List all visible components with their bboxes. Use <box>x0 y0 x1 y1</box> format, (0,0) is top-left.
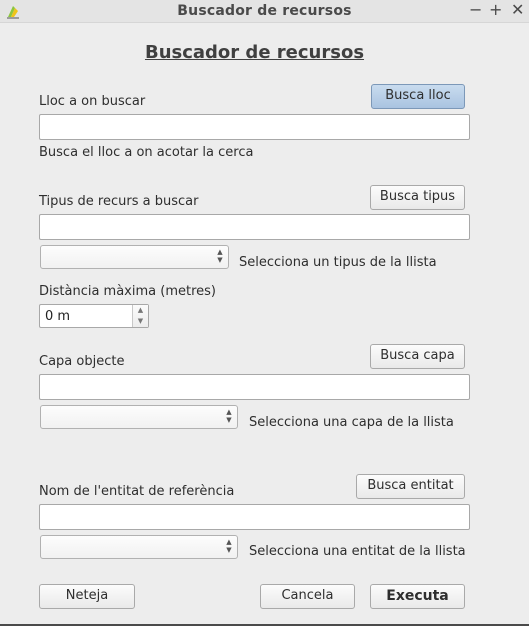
resource-type-combo[interactable]: ▲ ▼ <box>40 245 229 269</box>
resource-type-label: Tipus de recurs a buscar <box>39 194 199 209</box>
clear-button[interactable]: Neteja <box>39 584 135 609</box>
layer-combo-hint: Selecciona una capa de la llista <box>249 415 454 430</box>
spin-buttons: ▲ ▼ <box>132 305 148 327</box>
search-layer-button[interactable]: Busca capa <box>370 344 465 369</box>
close-icon[interactable]: ✕ <box>511 1 524 19</box>
search-entity-button[interactable]: Busca entitat <box>356 474 465 499</box>
distance-label: Distància màxima (metres) <box>39 284 216 299</box>
resource-type-combo-hint: Selecciona un tipus de la llista <box>239 255 437 270</box>
cancel-button[interactable]: Cancela <box>260 584 355 609</box>
location-input[interactable] <box>39 114 470 140</box>
entity-input[interactable] <box>39 504 470 530</box>
layer-input[interactable] <box>39 374 470 400</box>
minimize-icon[interactable]: − <box>469 1 482 19</box>
execute-button[interactable]: Executa <box>370 584 465 609</box>
resource-type-input[interactable] <box>39 214 470 240</box>
window-title: Buscador de recursos <box>177 3 352 19</box>
layer-combo[interactable]: ▲ ▼ <box>40 405 238 429</box>
distance-spinbox[interactable]: ▲ ▼ <box>39 304 149 328</box>
entity-label: Nom de l'entitat de referència <box>39 484 235 499</box>
search-location-button[interactable]: Busca lloc <box>371 84 465 109</box>
search-type-button[interactable]: Busca tipus <box>370 185 465 210</box>
entity-combo[interactable]: ▲ ▼ <box>40 535 238 559</box>
title-bar: Buscador de recursos − + ✕ <box>0 0 529 23</box>
combo-arrows-icon: ▲ ▼ <box>226 538 232 554</box>
page-title: Buscador de recursos <box>144 42 365 63</box>
distance-input[interactable] <box>40 305 142 327</box>
combo-arrows-icon: ▲ ▼ <box>217 248 223 264</box>
location-hint: Busca el lloc a on acotar la cerca <box>39 145 254 160</box>
entity-combo-hint: Selecciona una entitat de la llista <box>249 544 466 559</box>
maximize-icon[interactable]: + <box>489 1 502 19</box>
combo-arrows-icon: ▲ ▼ <box>226 408 232 424</box>
layer-label: Capa objecte <box>39 354 125 369</box>
location-label: Lloc a on buscar <box>39 94 146 109</box>
spin-up-icon[interactable]: ▲ <box>133 305 148 316</box>
spin-down-icon[interactable]: ▼ <box>133 316 148 327</box>
